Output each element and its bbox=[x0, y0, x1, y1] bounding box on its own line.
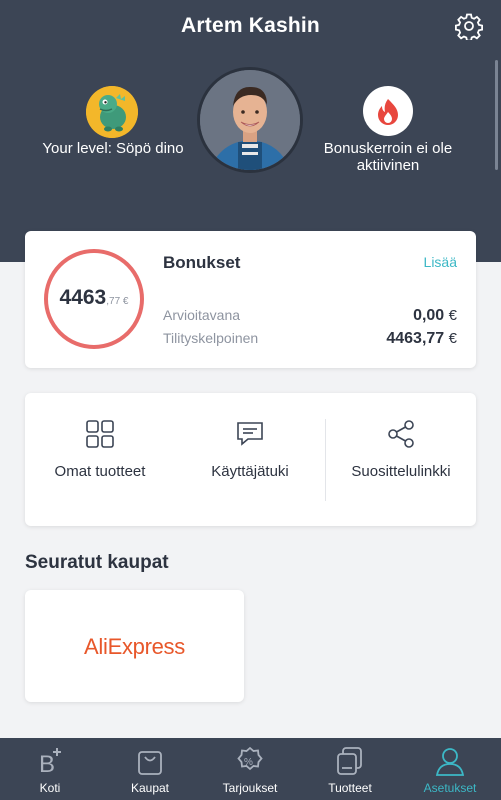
payable-label: Tilityskelpoinen bbox=[163, 330, 259, 346]
scrollbar[interactable] bbox=[495, 60, 498, 170]
tab-label: Tuotteet bbox=[328, 781, 372, 795]
referral-link-label: Suosittelulinkki bbox=[351, 463, 451, 480]
svg-text:%: % bbox=[244, 757, 253, 768]
bonus-ring: 4463,77 € bbox=[44, 249, 144, 349]
pending-label: Arvioitavana bbox=[163, 307, 241, 323]
bottom-tab-bar: B Koti Kaupat % Tarjoukset Tuotteet Aset… bbox=[0, 738, 501, 800]
tab-label: Tarjoukset bbox=[222, 781, 278, 795]
dino-badge-icon[interactable] bbox=[86, 86, 138, 138]
tab-koti[interactable]: B Koti bbox=[0, 738, 100, 800]
level-label: Your level: Söpö dino bbox=[42, 140, 184, 157]
tab-label: Koti bbox=[39, 781, 61, 795]
svg-text:B: B bbox=[39, 751, 55, 776]
support-button[interactable]: Käyttäjätuki bbox=[175, 393, 325, 526]
gear-icon[interactable] bbox=[454, 12, 483, 42]
pending-amount: 0,00 bbox=[413, 307, 445, 324]
support-label: Käyttäjätuki bbox=[211, 463, 289, 480]
payable-amount: 4463,77 bbox=[386, 330, 445, 347]
bonus-ring-cents: ,77 € bbox=[106, 296, 129, 307]
my-products-button[interactable]: Omat tuotteet bbox=[25, 393, 175, 526]
shop-card-aliexpress[interactable]: AliExpress bbox=[25, 590, 244, 702]
payable-value: 4463,77 € bbox=[386, 330, 457, 348]
fire-icon[interactable] bbox=[363, 86, 413, 136]
bonus-title: Bonukset bbox=[163, 253, 241, 272]
payable-currency: € bbox=[448, 330, 457, 347]
aliexpress-logo: AliExpress bbox=[84, 634, 185, 659]
tab-tarjoukset[interactable]: % Tarjoukset bbox=[200, 738, 300, 800]
bonus-ring-value: 4463,77 € bbox=[48, 286, 140, 310]
actions-card: Omat tuotteet Käyttäjätuki Suosittelulin… bbox=[25, 393, 476, 526]
avatar[interactable] bbox=[197, 67, 303, 173]
tab-label: Asetukset bbox=[423, 781, 477, 795]
pending-value: 0,00 € bbox=[413, 307, 457, 325]
tab-label: Kaupat bbox=[130, 781, 170, 795]
bonus-card[interactable]: 4463,77 € Bonukset Lisää Arvioitavana 0,… bbox=[25, 231, 476, 368]
tab-tuotteet[interactable]: Tuotteet bbox=[300, 738, 400, 800]
bonus-multiplier-label: Bonuskerroin ei ole aktiivinen bbox=[323, 140, 453, 174]
tab-asetukset[interactable]: Asetukset bbox=[400, 738, 500, 800]
page-title: Artem Kashin bbox=[181, 14, 320, 37]
my-products-label: Omat tuotteet bbox=[54, 463, 146, 480]
tab-kaupat[interactable]: Kaupat bbox=[100, 738, 200, 800]
referral-link-button[interactable]: Suosittelulinkki bbox=[326, 393, 476, 526]
pending-currency: € bbox=[448, 307, 457, 324]
followed-shops-title: Seuratut kaupat bbox=[25, 552, 169, 573]
more-link[interactable]: Lisää bbox=[424, 254, 457, 270]
bonus-ring-main: 4463 bbox=[59, 286, 107, 309]
